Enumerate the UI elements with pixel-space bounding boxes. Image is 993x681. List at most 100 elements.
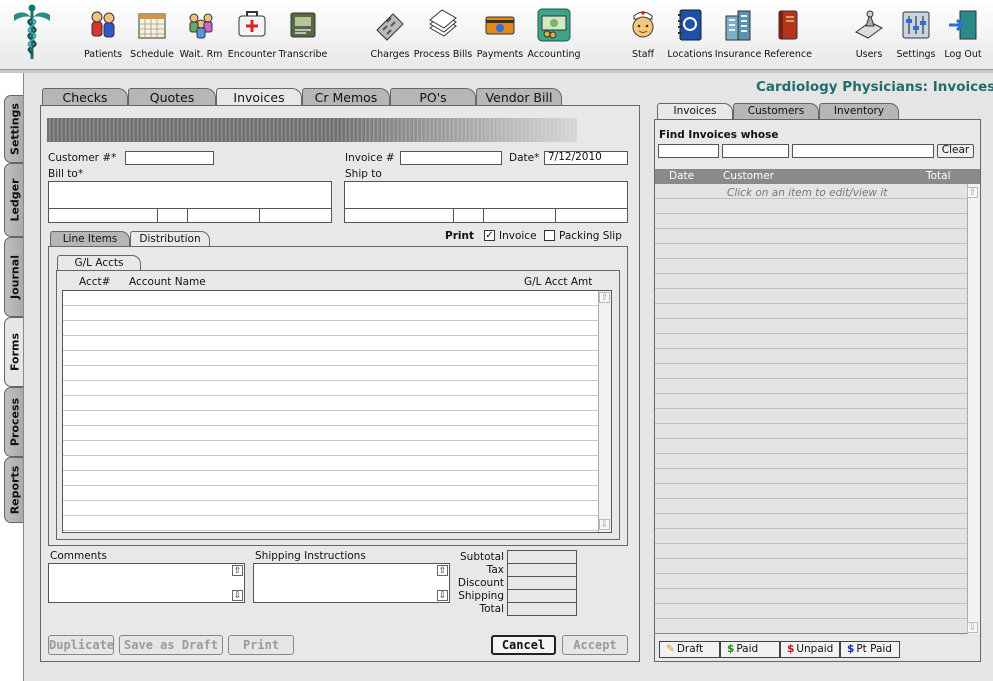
discount-label: Discount — [457, 577, 504, 589]
customer-label: Customer #* — [48, 152, 117, 164]
tab-gl-accts[interactable]: G/L Accts — [57, 255, 141, 270]
legend-draft-button[interactable]: ✎ Draft — [659, 641, 720, 658]
transcribe-recorder-icon — [290, 12, 316, 38]
logout-door-icon — [949, 10, 977, 40]
bill-to-address-box[interactable] — [48, 181, 332, 223]
toolbar-label: Transcribe — [278, 49, 328, 60]
toolbar-label: Reference — [764, 49, 812, 60]
accept-button[interactable]: Accept — [562, 635, 628, 655]
right-tab-inventory[interactable]: Inventory — [819, 103, 899, 119]
side-tab-reports[interactable]: Reports — [4, 457, 24, 523]
legend-unpaid-button[interactable]: $ Unpaid — [780, 641, 840, 658]
comments-textarea[interactable] — [48, 563, 245, 603]
credit-card-icon — [485, 16, 515, 35]
tab-line-items[interactable]: Line Items — [50, 231, 130, 246]
cancel-button[interactable]: Cancel — [491, 635, 556, 655]
tab-checks[interactable]: Checks — [42, 88, 128, 106]
find-field-1[interactable] — [658, 144, 719, 158]
shipping-scroll-up-icon[interactable]: ⇧ — [437, 565, 448, 576]
print-packing-slip-checkbox[interactable] — [544, 230, 555, 241]
bill-to-label: Bill to* — [48, 168, 84, 180]
side-tab-label: Reports — [8, 465, 21, 515]
legend-label: Paid — [736, 643, 759, 655]
date-field[interactable]: 7/12/2010 — [544, 151, 628, 165]
right-tab-invoices[interactable]: Invoices — [657, 103, 733, 120]
tab-distribution[interactable]: Distribution — [130, 231, 210, 246]
paper-stack-icon — [429, 9, 457, 37]
ship-to-divider — [483, 208, 484, 223]
totals-divider — [507, 589, 577, 590]
ship-to-divider — [555, 208, 556, 223]
scroll-up-arrow-icon[interactable]: ⇧ — [599, 292, 610, 303]
side-tab-settings[interactable]: Settings — [4, 95, 24, 163]
calendar-icon — [138, 13, 166, 39]
side-tab-label: Settings — [8, 103, 21, 155]
patients-icon — [91, 11, 115, 38]
side-tab-process[interactable]: Process — [4, 387, 24, 457]
money-icon — [537, 8, 571, 42]
side-tab-label: Journal — [8, 255, 21, 299]
toolbar-label: Log Out — [944, 49, 982, 60]
scroll-down-arrow-icon[interactable]: ⇩ — [599, 519, 610, 530]
find-search-input[interactable] — [792, 144, 934, 158]
ship-to-divider — [344, 208, 628, 209]
calculator-icon — [376, 13, 404, 41]
toolbar-logout-button[interactable]: Log Out — [931, 8, 993, 66]
scroll-up-arrow-icon[interactable]: ⇧ — [967, 187, 978, 198]
totals-divider — [507, 563, 577, 564]
comments-scroll-up-icon[interactable]: ⇧ — [232, 565, 243, 576]
print-button[interactable]: Print — [228, 635, 294, 655]
header-total: Total — [926, 170, 951, 182]
comments-label: Comments — [50, 550, 107, 562]
shipping-instructions-textarea[interactable] — [253, 563, 450, 603]
page-title: Cardiology Physicians: Invoices — [756, 79, 993, 95]
ship-to-divider — [453, 208, 454, 223]
print-invoice-checkbox[interactable]: ✓ — [484, 230, 495, 241]
side-tab-ledger[interactable]: Ledger — [4, 163, 24, 237]
duplicate-button[interactable]: Duplicate — [48, 635, 114, 655]
bill-to-divider — [157, 208, 158, 223]
find-field-2[interactable] — [722, 144, 789, 158]
gl-header-account-name: Account Name — [129, 276, 206, 288]
toolbar-label: Process Bills — [413, 49, 473, 60]
tab-cr-memos[interactable]: Cr Memos — [302, 88, 390, 106]
side-tab-journal[interactable]: Journal — [4, 237, 24, 317]
legend-pt-paid-button[interactable]: $ Pt Paid — [840, 641, 900, 658]
toolbar-accounting-button[interactable]: Accounting — [522, 8, 586, 66]
legend-paid-button[interactable]: $ Paid — [720, 641, 780, 658]
address-book-icon — [678, 9, 702, 41]
invoice-list-hint: Click on an item to edit/view it — [727, 187, 888, 199]
ship-to-address-box[interactable] — [344, 181, 628, 223]
medical-kit-icon — [238, 11, 266, 37]
comments-scroll-down-icon[interactable]: ⇩ — [232, 590, 243, 601]
tab-vendor-bill[interactable]: Vendor Bill — [476, 88, 562, 106]
users-icon — [855, 10, 883, 39]
gl-header-acct: Acct# — [79, 276, 111, 288]
pencil-icon: ✎ — [666, 643, 675, 655]
invoice-number-field[interactable] — [400, 151, 502, 165]
book-icon — [778, 10, 798, 40]
print-invoice-label: Invoice — [499, 230, 537, 242]
dollar-icon: $ — [847, 643, 855, 655]
side-tab-forms[interactable]: Forms — [4, 317, 24, 387]
invoice-list-scrollbar[interactable] — [967, 184, 980, 634]
scroll-down-arrow-icon[interactable]: ⇩ — [967, 622, 978, 633]
checkmark-icon: ✓ — [485, 230, 494, 241]
toolbar-reference-button[interactable]: Reference — [756, 8, 820, 66]
save-as-draft-button[interactable]: Save as Draft — [119, 635, 223, 655]
gl-grid-scrollbar[interactable] — [598, 291, 611, 532]
toolbar-process-bills-button[interactable]: Process Bills — [411, 8, 475, 66]
gl-accounts-grid[interactable] — [62, 290, 612, 533]
dollar-icon: $ — [727, 643, 735, 655]
find-invoices-label: Find Invoices whose — [659, 129, 779, 141]
invoice-list-grid[interactable] — [655, 184, 967, 634]
customer-number-field[interactable] — [125, 151, 214, 165]
tab-quotes[interactable]: Quotes — [128, 88, 216, 106]
tab-pos[interactable]: PO's — [390, 88, 476, 106]
toolbar-transcribe-button[interactable]: Transcribe — [271, 8, 335, 66]
right-tab-customers[interactable]: Customers — [733, 103, 819, 119]
totals-divider — [507, 602, 577, 603]
main-toolbar: Patients Schedule Wait. Rm Encounter Tra… — [0, 0, 993, 70]
side-tab-label: Ledger — [8, 178, 21, 222]
clear-button[interactable]: Clear — [937, 144, 974, 158]
